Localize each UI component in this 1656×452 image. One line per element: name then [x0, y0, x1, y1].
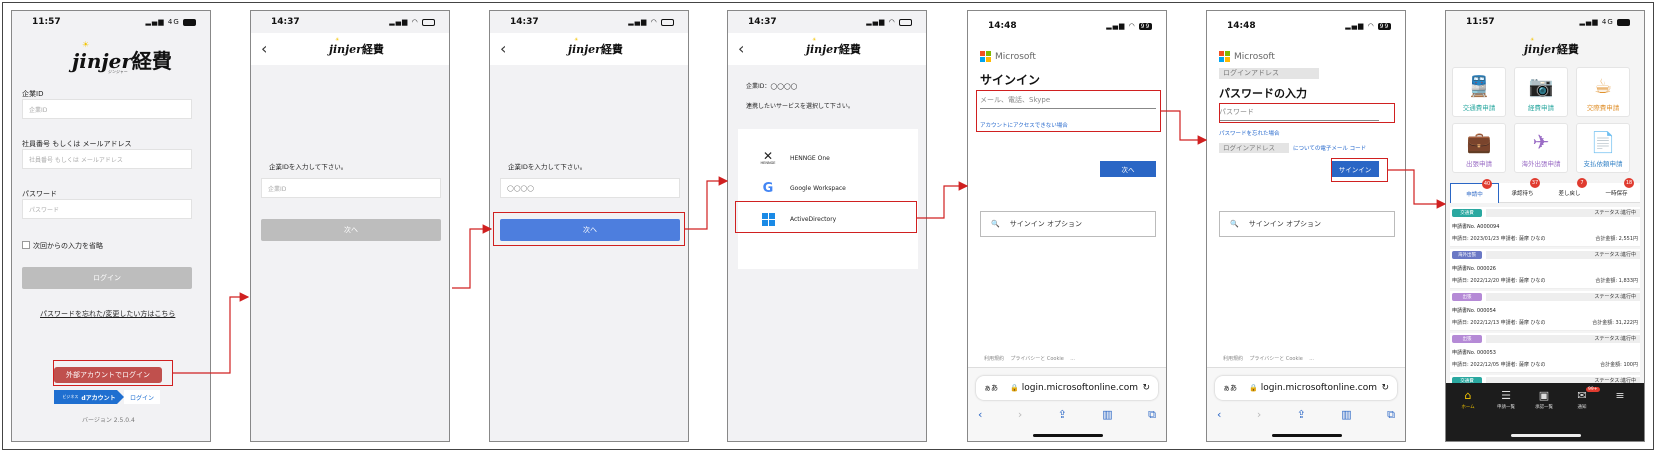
arrow-3-to-4 [685, 176, 729, 230]
flow-arrows [173, 110, 1447, 374]
arrow-2-to-3 [452, 224, 493, 289]
arrow-5-to-6 [1161, 110, 1208, 145]
arrow-6-to-7 [1388, 169, 1447, 209]
arrow-4-to-5 [917, 181, 969, 219]
arrow-1-to-2 [173, 292, 250, 374]
